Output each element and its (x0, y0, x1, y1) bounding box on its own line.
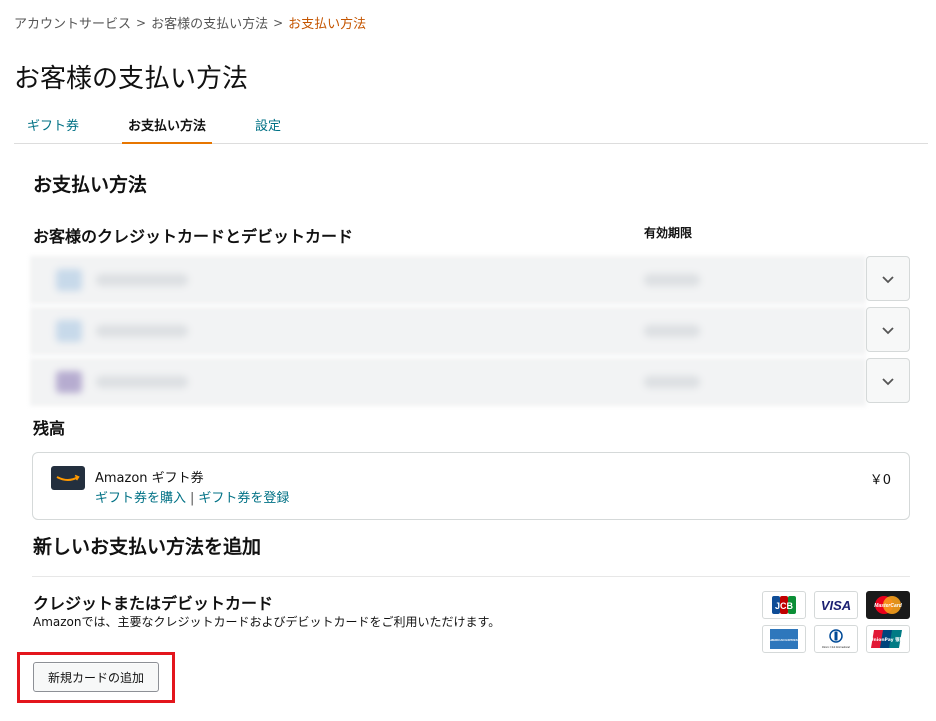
card-expand-button[interactable] (866, 307, 910, 352)
add-new-card-button[interactable]: 新規カードの追加 (33, 662, 159, 692)
card-brand-icon (56, 269, 82, 291)
balance-heading: 残高 (33, 419, 66, 438)
tab-gift-card[interactable]: ギフト券 (14, 110, 92, 144)
card-row[interactable] (30, 256, 910, 304)
gift-card-balance-box: Amazon ギフト券 ギフト券を購入 | ギフト券を登録 ￥0 (32, 452, 910, 520)
breadcrumb-separator: > (136, 15, 147, 30)
diners-club-logo-icon: Diners Club International (814, 625, 858, 653)
add-payment-method-heading: 新しいお支払い方法を追加 (33, 536, 262, 558)
card-brand-icon (56, 371, 82, 393)
jcb-logo-icon: JCB (762, 591, 806, 619)
breadcrumb: アカウントサービス > お客様の支払い方法 > お支払い方法 (14, 13, 367, 33)
register-gift-card-link[interactable]: ギフト券を登録 (198, 491, 289, 506)
card-row[interactable] (30, 307, 910, 355)
credit-card-description: Amazonでは、主要なクレジットカードおよびデビットカードをご利用いただけます… (33, 615, 501, 629)
mastercard-logo-icon: MasterCard (866, 591, 910, 619)
unionpay-logo-text: UnionPay 银联 (870, 636, 905, 643)
card-expand-button[interactable] (866, 256, 910, 301)
gift-card-links: ギフト券を購入 | ギフト券を登録 (95, 487, 289, 506)
link-separator: | (190, 491, 195, 506)
gift-card-name: Amazon ギフト券 (95, 471, 204, 486)
cards-heading: お客様のクレジットカードとデビットカード (33, 227, 354, 246)
page-title: お客様の支払い方法 (14, 64, 249, 94)
card-row[interactable] (30, 358, 910, 406)
card-row-blurred (30, 256, 866, 304)
card-expiry-blurred (644, 325, 700, 337)
chevron-down-icon (882, 275, 894, 283)
credit-debit-card-heading: クレジットまたはデビットカード (33, 594, 274, 613)
card-name-blurred (96, 376, 188, 388)
visa-logo-icon: VISA (814, 591, 858, 619)
amex-logo-text: AMERICAN EXPRESS (768, 638, 799, 642)
tab-settings[interactable]: 設定 (246, 110, 290, 144)
card-logos: JCB VISA MasterCard AMERICAN EXPRESS Din… (762, 591, 910, 655)
chevron-down-icon (882, 326, 894, 334)
amazon-logo-icon (51, 466, 85, 490)
breadcrumb-customer-payment[interactable]: お客様の支払い方法 (151, 13, 268, 32)
tab-payment-methods[interactable]: お支払い方法 (122, 110, 212, 144)
amex-logo-icon: AMERICAN EXPRESS (762, 625, 806, 653)
card-row-blurred (30, 358, 866, 406)
card-brand-icon (56, 320, 82, 342)
card-expiry-blurred (644, 274, 700, 286)
breadcrumb-separator: > (273, 15, 284, 30)
mastercard-logo-text: MasterCard (874, 603, 902, 609)
expiry-column-header: 有効期限 (644, 226, 693, 240)
payment-methods-heading: お支払い方法 (33, 174, 148, 196)
card-name-blurred (96, 325, 188, 337)
diners-club-logo-text: Diners Club International (821, 646, 850, 649)
breadcrumb-current: お支払い方法 (288, 17, 367, 32)
card-row-blurred (30, 307, 866, 355)
card-name-blurred (96, 274, 188, 286)
buy-gift-card-link[interactable]: ギフト券を購入 (95, 491, 186, 506)
jcb-logo-text: JCB (775, 601, 794, 611)
visa-logo-text: VISA (821, 598, 851, 613)
card-expiry-blurred (644, 376, 700, 388)
chevron-down-icon (882, 377, 894, 385)
unionpay-logo-icon: UnionPay 银联 (866, 625, 910, 653)
breadcrumb-account-service[interactable]: アカウントサービス (14, 13, 131, 32)
card-expand-button[interactable] (866, 358, 910, 403)
balance-amount: ￥0 (869, 473, 891, 488)
tab-bar: ギフト券 お支払い方法 設定 (14, 110, 928, 144)
section-divider (32, 576, 910, 577)
